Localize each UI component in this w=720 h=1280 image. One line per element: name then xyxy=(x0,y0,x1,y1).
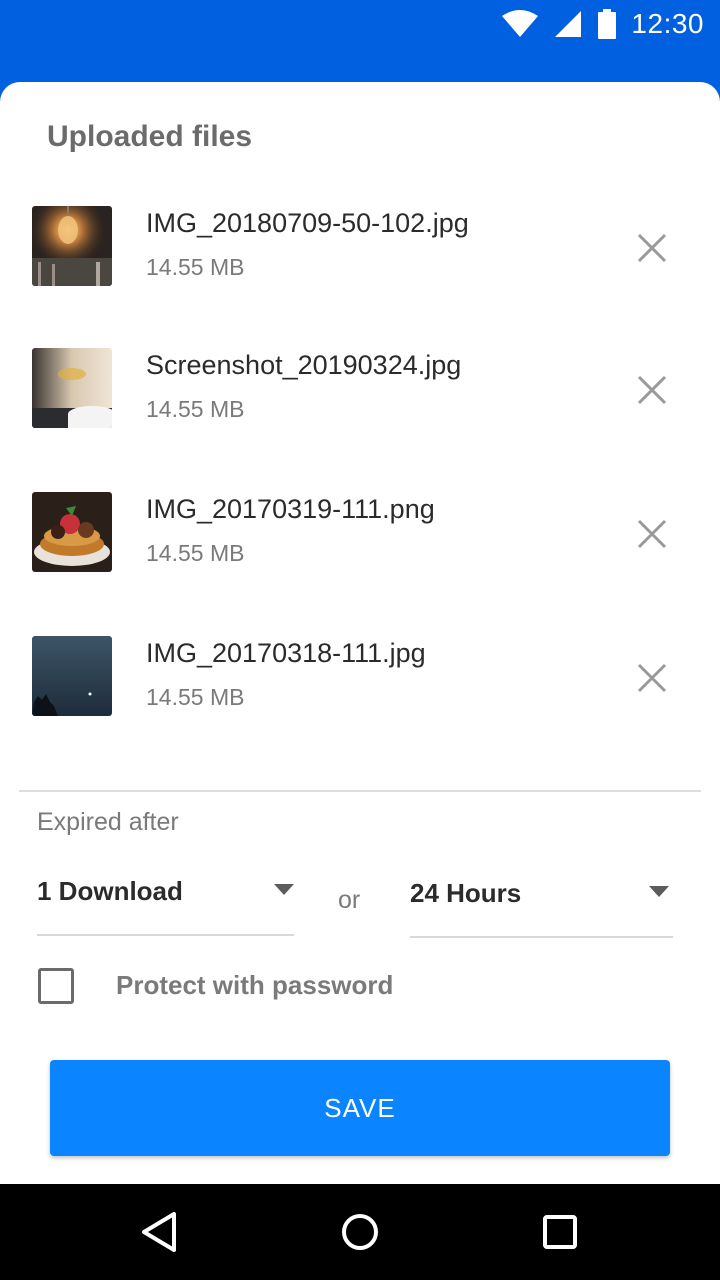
home-button[interactable] xyxy=(336,1208,384,1256)
recents-button[interactable] xyxy=(536,1208,584,1256)
close-icon xyxy=(637,233,667,263)
file-size: 14.55 MB xyxy=(146,396,245,422)
download-count-dropdown[interactable]: 1 Download xyxy=(37,856,294,936)
expired-after-label: Expired after xyxy=(37,808,179,836)
night-sky-photo-thumbnail xyxy=(32,636,112,716)
back-triangle-icon xyxy=(142,1212,176,1252)
back-button[interactable] xyxy=(136,1208,184,1256)
file-item: Screenshot_20190324.jpg 14.55 MB xyxy=(0,348,720,428)
home-circle-icon xyxy=(342,1214,378,1250)
file-size: 14.55 MB xyxy=(146,254,245,280)
dropdown-arrow-icon xyxy=(274,884,294,895)
close-icon xyxy=(637,375,667,405)
status-time: 12:30 xyxy=(631,8,704,39)
remove-file-button[interactable] xyxy=(630,226,674,270)
time-limit-value: 24 Hours xyxy=(410,878,522,908)
remove-file-button[interactable] xyxy=(630,368,674,412)
file-name: IMG_20170319-111.png xyxy=(146,494,435,524)
sheet-title: Uploaded files xyxy=(47,120,253,153)
file-item: IMG_20170318-111.jpg 14.55 MB xyxy=(0,636,720,716)
recents-square-icon xyxy=(543,1215,577,1249)
save-button[interactable]: SAVE xyxy=(50,1060,670,1156)
file-size: 14.55 MB xyxy=(146,684,245,710)
pancakes-photo-thumbnail xyxy=(32,492,112,572)
remove-file-button[interactable] xyxy=(630,512,674,556)
status-icons: 12:30 xyxy=(501,8,704,40)
time-limit-dropdown[interactable]: 24 Hours xyxy=(410,858,673,938)
password-checkbox-label: Protect with password xyxy=(116,970,394,1000)
remove-file-button[interactable] xyxy=(630,656,674,700)
lightbulb-photo-thumbnail xyxy=(32,206,112,286)
cell-signal-icon xyxy=(555,11,582,37)
or-label: or xyxy=(338,886,361,914)
download-count-value: 1 Download xyxy=(37,876,183,906)
password-checkbox[interactable] xyxy=(38,968,74,1004)
file-size: 14.55 MB xyxy=(146,540,245,566)
wifi-icon xyxy=(502,10,539,37)
divider xyxy=(19,790,701,792)
file-item: IMG_20170319-111.png 14.55 MB xyxy=(0,492,720,572)
file-name: IMG_20180709-50-102.jpg xyxy=(146,208,469,238)
dropdown-arrow-icon xyxy=(649,886,669,897)
status-bar: 12:30 xyxy=(0,0,720,48)
close-icon xyxy=(637,519,667,549)
file-name: Screenshot_20190324.jpg xyxy=(146,350,462,380)
file-name: IMG_20170318-111.jpg xyxy=(146,638,426,668)
file-item: IMG_20180709-50-102.jpg 14.55 MB xyxy=(0,206,720,286)
coffee-cup-photo-thumbnail xyxy=(32,348,112,428)
navigation-bar xyxy=(0,1184,720,1280)
battery-icon xyxy=(598,9,617,39)
uploaded-files-sheet: Uploaded files IMG_20180709-50-102.jpg 1… xyxy=(0,82,720,1184)
close-icon xyxy=(637,663,667,693)
